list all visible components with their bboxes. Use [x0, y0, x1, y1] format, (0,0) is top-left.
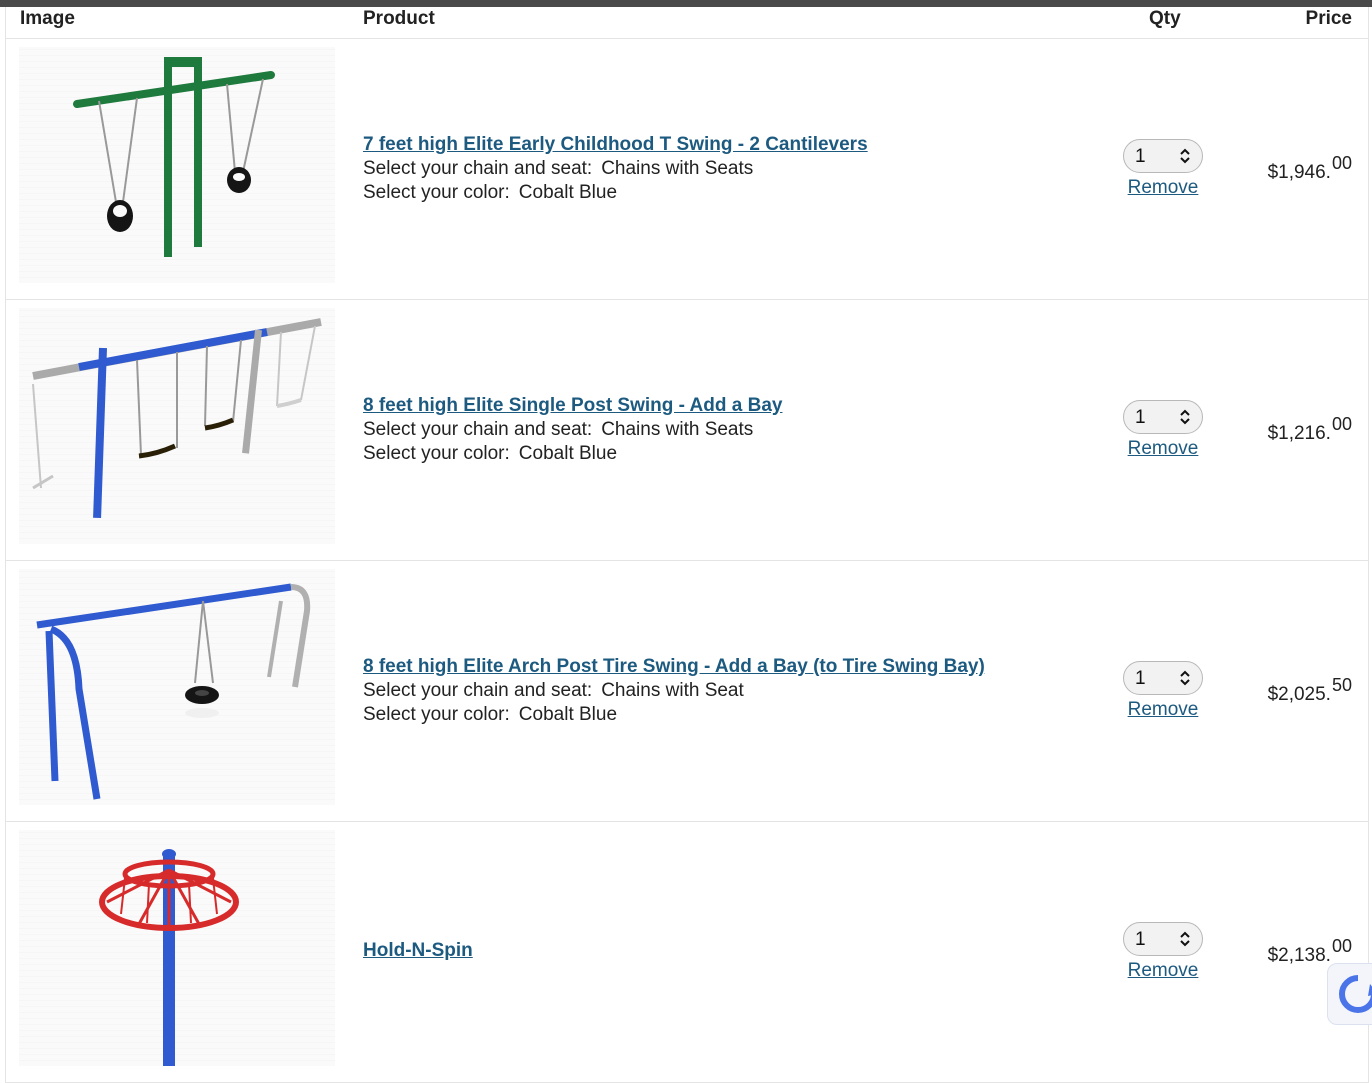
option-color: Select your color: Cobalt Blue [363, 704, 618, 725]
cart-row: Hold-N-Spin 1 Remove $2,138.00 [6, 822, 1368, 1083]
option-chain: Select your chain and seat: Chains with S… [363, 158, 754, 179]
product-info: 7 feet high Elite Early Childhood T Swin… [363, 133, 868, 205]
table-header: Image Product Qty Price [6, 7, 1368, 39]
qty-control: 1 Remove [1121, 139, 1205, 199]
header-product: Product [363, 8, 435, 29]
product-image[interactable] [19, 569, 335, 805]
cart-table: Image Product Qty Price 7 feet high Elit… [5, 7, 1369, 1083]
option-chain: Select your chain and seat: Chains with S… [363, 680, 744, 701]
qty-value: 1 [1135, 929, 1146, 950]
cart-row: 7 feet high Elite Early Childhood T Swin… [6, 39, 1368, 300]
qty-select[interactable]: 1 [1123, 661, 1203, 695]
qty-select[interactable]: 1 [1123, 400, 1203, 434]
qty-control: 1 Remove [1121, 922, 1205, 982]
header-price: Price [1305, 8, 1352, 29]
remove-link[interactable]: Remove [1121, 177, 1205, 199]
hold-n-spin-illustration [99, 849, 239, 1066]
qty-select[interactable]: 1 [1123, 922, 1203, 956]
header-image: Image [20, 8, 75, 29]
remove-link[interactable]: Remove [1121, 699, 1205, 721]
updown-caret-icon [1180, 670, 1190, 686]
qty-control: 1 Remove [1121, 400, 1205, 460]
qty-control: 1 Remove [1121, 661, 1205, 721]
qty-value: 1 [1135, 146, 1146, 167]
top-bar [0, 0, 1372, 7]
product-link[interactable]: Hold-N-Spin [363, 940, 473, 961]
item-price: $1,946.00 [1267, 153, 1352, 183]
cart-row: 8 feet high Elite Single Post Swing - Ad… [6, 300, 1368, 561]
item-price: $2,025.50 [1267, 675, 1352, 705]
remove-link[interactable]: Remove [1121, 438, 1205, 460]
recaptcha-badge[interactable] [1327, 963, 1372, 1025]
arch-post-tire-swing-illustration [36, 583, 311, 800]
product-image[interactable] [19, 308, 335, 544]
qty-select[interactable]: 1 [1123, 139, 1203, 173]
remove-link[interactable]: Remove [1121, 960, 1205, 982]
recaptcha-icon [1339, 975, 1372, 1013]
product-image[interactable] [19, 47, 335, 283]
cart-row: 8 feet high Elite Arch Post Tire Swing -… [6, 561, 1368, 822]
header-qty: Qty [1149, 8, 1181, 29]
qty-value: 1 [1135, 407, 1146, 428]
product-link[interactable]: 8 feet high Elite Arch Post Tire Swing -… [363, 656, 985, 677]
t-swing-illustration [73, 57, 275, 257]
product-info: Hold-N-Spin [363, 939, 473, 963]
single-post-swing-illustration [32, 318, 322, 519]
option-chain: Select your chain and seat: Chains with S… [363, 419, 754, 440]
product-link[interactable]: 8 feet high Elite Single Post Swing - Ad… [363, 395, 782, 416]
item-price: $1,216.00 [1267, 414, 1352, 444]
updown-caret-icon [1180, 931, 1190, 947]
product-info: 8 feet high Elite Arch Post Tire Swing -… [363, 655, 985, 727]
product-info: 8 feet high Elite Single Post Swing - Ad… [363, 394, 782, 466]
option-color: Select your color: Cobalt Blue [363, 182, 618, 203]
qty-value: 1 [1135, 668, 1146, 689]
updown-caret-icon [1180, 409, 1190, 425]
product-image[interactable] [19, 830, 335, 1066]
product-link[interactable]: 7 feet high Elite Early Childhood T Swin… [363, 134, 868, 155]
option-color: Select your color: Cobalt Blue [363, 443, 618, 464]
updown-caret-icon [1180, 148, 1190, 164]
